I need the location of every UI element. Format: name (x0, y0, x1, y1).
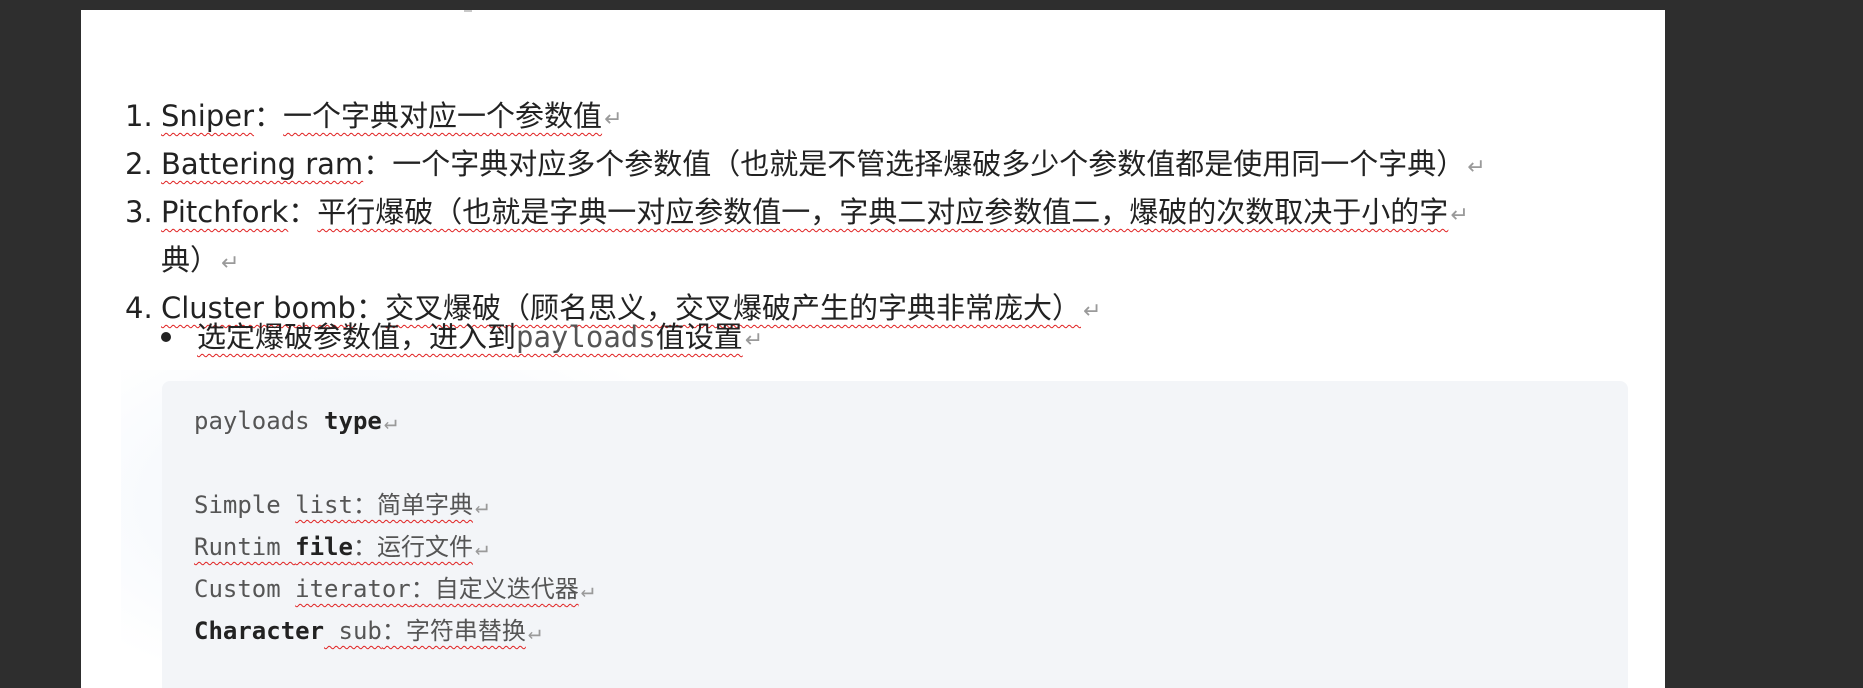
paragraph-mark-icon: ↵ (474, 536, 489, 561)
paragraph-mark-icon: ↵ (221, 251, 240, 276)
term-label: Sniper (161, 99, 255, 133)
paragraph-mark-icon: ↵ (604, 107, 623, 132)
code-line-5: Character sub：字符串替换↵ (194, 617, 542, 645)
item-text-continued: 典） (161, 243, 220, 277)
item-text: 一个字典对应多个参数值（也就是不管选择爆破多少个参数值都是使用同一个字典） (392, 147, 1466, 181)
list-number: 1. (125, 99, 153, 133)
paragraph-mark-icon: ↵ (474, 494, 489, 519)
bullet-item: 选定爆破参数值，进入到payloads值设置↵ (197, 313, 763, 365)
code-line-1: payloads type↵ (194, 407, 398, 435)
code-block: payloads type↵ Simple list：简单字典↵ Runtim … (162, 381, 1628, 688)
term-label: Battering ram (161, 147, 364, 181)
paragraph-mark-icon: ↵ (1450, 203, 1469, 228)
item-text: 平行爆破（也就是字典一对应参数值一，字典二对应参数值二，爆破的次数取决于小的字 (317, 195, 1449, 229)
code-line-4: Custom iterator：自定义迭代器↵ (194, 575, 594, 603)
separator: ： (288, 195, 318, 229)
paragraph-mark-icon: ↵ (1083, 299, 1102, 324)
bullet-text-pre: 选定爆破参数值，进入到 (197, 320, 517, 354)
item-text: 一个字典对应一个参数值 (283, 99, 603, 133)
paragraph-mark-icon: ↵ (527, 620, 542, 645)
separator: ： (254, 99, 284, 133)
separator: ： (363, 147, 393, 181)
paragraph-mark-icon: ↵ (1467, 155, 1486, 180)
paragraph-mark-icon: ↵ (383, 410, 398, 435)
bullet-icon (161, 332, 171, 342)
bullet-inline-code: payloads (516, 320, 656, 354)
list-number: 4. (125, 291, 153, 325)
cursor-mark (464, 10, 472, 12)
paragraph-mark-icon: ↵ (744, 328, 764, 353)
bullet-text-post: 值设置 (655, 320, 743, 354)
term-label: Pitchfork (161, 195, 289, 229)
code-line-3: Runtim file：运行文件↵ (194, 533, 489, 561)
list-number: 3. (125, 195, 153, 229)
code-line-2: Simple list：简单字典↵ (194, 491, 489, 519)
document-page: 1. Sniper：一个字典对应一个参数值↵ 2. Battering ram：… (81, 10, 1665, 688)
list-number: 2. (125, 147, 153, 181)
paragraph-mark-icon: ↵ (580, 578, 594, 603)
